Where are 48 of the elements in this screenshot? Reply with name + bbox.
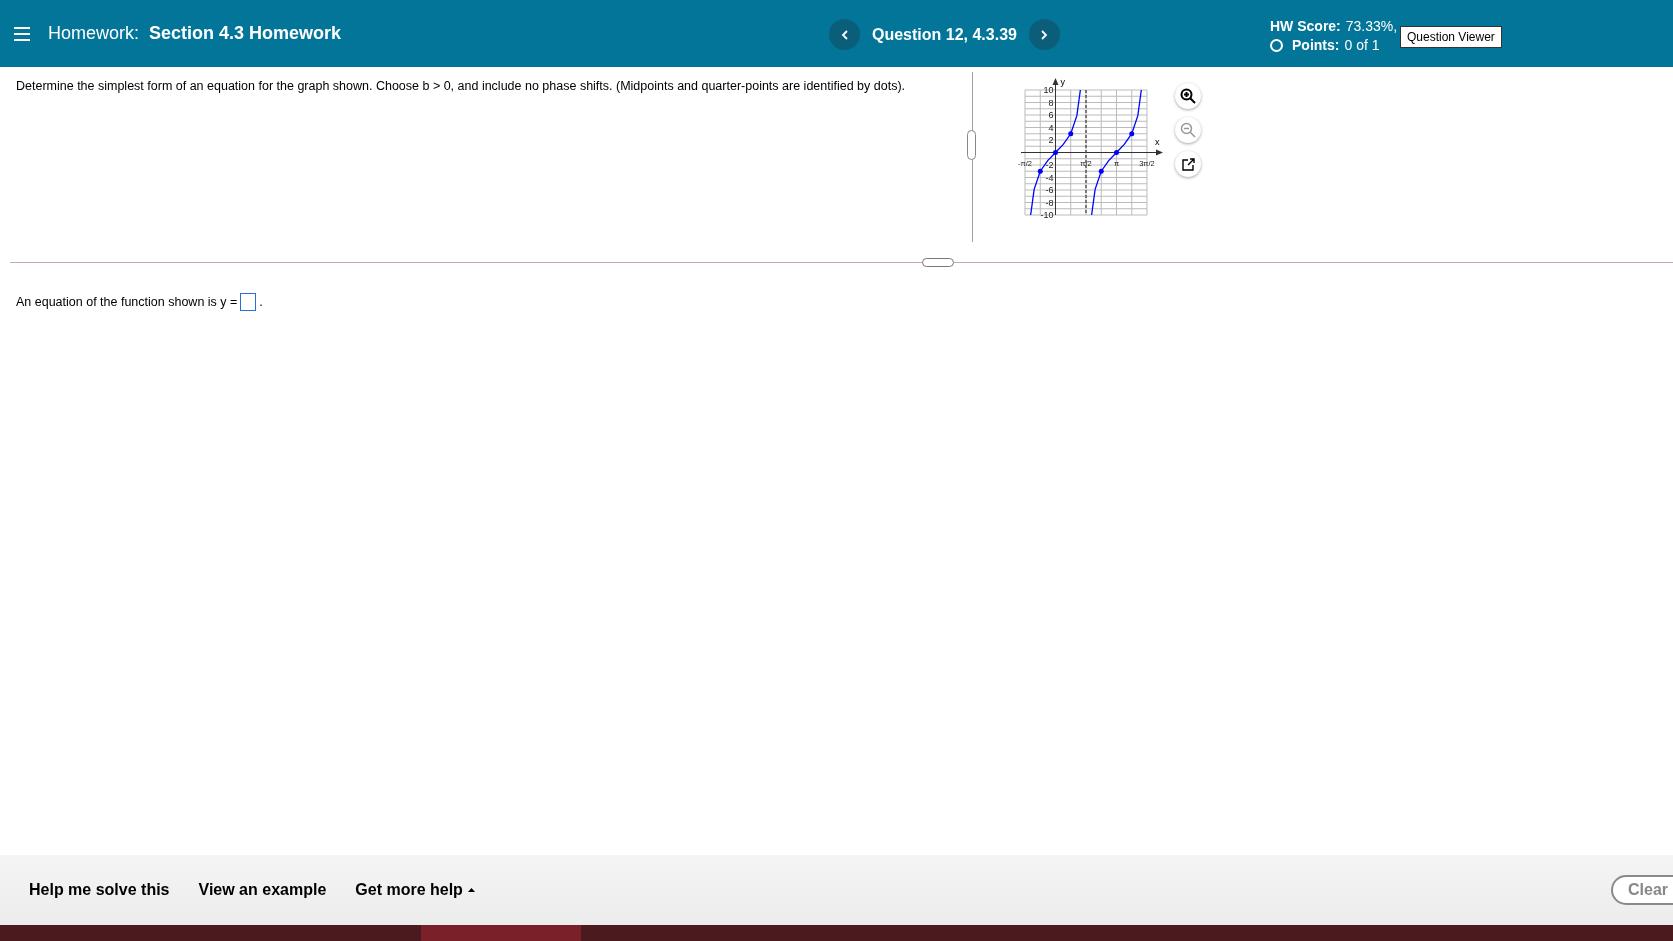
splitter-handle[interactable] (922, 258, 954, 267)
previous-question-button[interactable] (829, 19, 860, 50)
axis-label: y (1060, 77, 1065, 87)
external-link-icon (1181, 157, 1195, 171)
tick-label: 6 (1048, 110, 1054, 120)
answer-prompt: An equation of the function shown is y = (16, 295, 238, 309)
homework-title: Section 4.3 Homework (149, 23, 342, 44)
next-question-button[interactable] (1028, 19, 1060, 50)
point-dot (1068, 131, 1074, 137)
chevron-left-icon (840, 29, 849, 40)
hw-score-value: 73.33%, (1345, 17, 1398, 36)
point-dot (1114, 150, 1119, 155)
tick-label: 8 (1048, 97, 1054, 108)
tick-label: -8 (1045, 197, 1054, 208)
zoom-in-button[interactable] (1175, 83, 1201, 109)
point-dot (1129, 131, 1135, 137)
tick-label: 10 (1043, 85, 1054, 95)
zoom-in-icon (1180, 88, 1196, 104)
title-prefix: Homework: (48, 23, 140, 44)
tooltip: Question Viewer (1400, 26, 1502, 48)
question-prompt: Determine the simplest form of an equation for the graph shown. Choose b > 0, and include no phase shifts. (Midpoints and quarter-points are identified by dots). (16, 79, 906, 93)
help-link[interactable]: Help me solve this (29, 881, 170, 899)
tick-label: -4 (1045, 172, 1054, 183)
caret-icon (467, 888, 475, 892)
point-dot (1053, 150, 1058, 155)
tick-label: -2 (1045, 160, 1054, 170)
period-text: . (259, 295, 263, 309)
axis-label: x (1155, 136, 1160, 147)
splitter-handle[interactable] (967, 130, 976, 160)
points-value: 0 of 1 (1344, 36, 1380, 55)
point-dot (1037, 168, 1043, 174)
menu-icon[interactable] (14, 26, 30, 41)
tick-label: -10 (1040, 210, 1054, 220)
points-label: Points: (1292, 36, 1340, 55)
help-link[interactable]: View an example (198, 881, 327, 899)
tick-label: 4 (1048, 122, 1054, 133)
chevron-right-icon (1040, 29, 1049, 40)
answer-field[interactable] (240, 293, 257, 311)
hw-score-label: HW Score: (1270, 17, 1341, 36)
clear-button[interactable]: Clear (1611, 875, 1673, 905)
tick-label: 2 (1048, 135, 1054, 145)
point-dot (1098, 168, 1104, 174)
help-link[interactable]: Get more help (355, 881, 475, 899)
open-new-window-button[interactable] (1175, 151, 1201, 177)
question-number: Question 12, 4.3.39 (872, 25, 1017, 44)
zoom-out-icon (1180, 122, 1196, 138)
tick-label: -6 (1045, 185, 1054, 195)
circle-icon (1270, 39, 1283, 52)
